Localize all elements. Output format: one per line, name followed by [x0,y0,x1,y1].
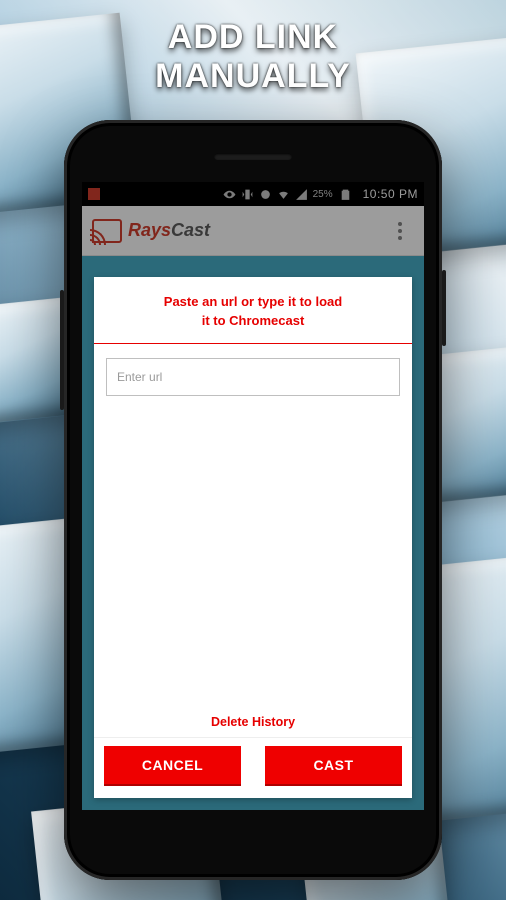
dialog-title: Paste an url or type it to load it to Ch… [94,277,412,344]
notification-icon [88,188,100,200]
brand-part-2: Cast [171,220,210,240]
cancel-button[interactable]: CANCEL [104,746,241,784]
delete-history-link[interactable]: Delete History [94,705,412,737]
phone-screen: 25% 10:50 PM RaysCast Paste an url or ty… [82,182,424,810]
wifi-icon [277,188,290,201]
phone-volume-button [60,290,64,410]
alarm-icon [259,188,272,201]
battery-percent: 25% [313,189,333,200]
phone-earpiece [214,153,292,160]
battery-icon [339,188,352,201]
cast-icon [92,219,122,243]
eye-icon [223,188,236,201]
dialog-button-row: CANCEL CAST [94,737,412,798]
app-bar: RaysCast [82,206,424,256]
add-link-dialog: Paste an url or type it to load it to Ch… [94,277,412,798]
url-input[interactable] [106,358,400,396]
overflow-menu-button[interactable] [386,206,414,255]
vibrate-icon [241,188,254,201]
phone-power-button [442,270,446,346]
cast-button[interactable]: CAST [265,746,402,784]
signal-icon [295,188,308,201]
brand-part-1: Rays [128,220,171,240]
status-clock: 10:50 PM [363,187,418,201]
app-brand: RaysCast [128,220,210,241]
phone-frame: 25% 10:50 PM RaysCast Paste an url or ty… [64,120,442,880]
promo-heading: ADD LINK MANUALLY [0,18,506,96]
android-status-bar: 25% 10:50 PM [82,182,424,206]
